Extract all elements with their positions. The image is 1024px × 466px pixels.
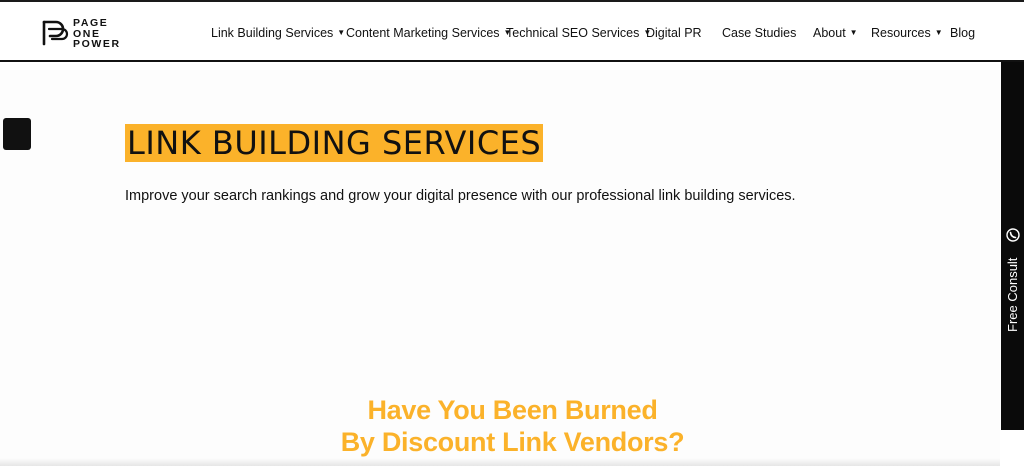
section-heading-line-1: Have You Been Burned bbox=[367, 395, 658, 425]
main-navigation: Link Building Services ▼ Content Marketin… bbox=[0, 26, 1024, 46]
hero-title: LINK BUILDING SERVICES bbox=[125, 124, 544, 162]
bottom-fade bbox=[0, 458, 1000, 466]
nav-item-label: Digital PR bbox=[646, 26, 702, 40]
site-header: PAGE ONE POWER Link Building Services ▼ C… bbox=[0, 2, 1024, 62]
section-heading: Have You Been Burned By Discount Link Ve… bbox=[250, 394, 775, 458]
accessibility-toggle-tab[interactable] bbox=[3, 118, 31, 150]
nav-item-content-marketing-services[interactable]: Content Marketing Services ▼ bbox=[346, 26, 511, 46]
nav-item-label: Blog bbox=[950, 26, 976, 40]
free-consult-label: Free Consult bbox=[1005, 257, 1020, 332]
nav-item-technical-seo-services[interactable]: Technical SEO Services ▼ bbox=[506, 26, 651, 46]
nav-item-label: Link Building Services bbox=[211, 26, 334, 40]
nav-item-label: Resources bbox=[871, 26, 931, 40]
nav-item-label: Technical SEO Services bbox=[506, 26, 640, 40]
nav-item-case-studies[interactable]: Case Studies bbox=[722, 26, 796, 46]
nav-item-blog[interactable]: Blog bbox=[950, 26, 975, 46]
hero-subtitle: Improve your search rankings and grow yo… bbox=[125, 188, 796, 204]
nav-item-label: About bbox=[813, 26, 846, 40]
caret-down-icon: ▼ bbox=[849, 28, 858, 37]
nav-item-digital-pr[interactable]: Digital PR bbox=[646, 26, 702, 46]
nav-item-resources[interactable]: Resources ▼ bbox=[871, 26, 943, 46]
caret-down-icon: ▼ bbox=[934, 28, 943, 37]
caret-down-icon: ▼ bbox=[337, 28, 346, 37]
section-heading-line-2: By Discount Link Vendors? bbox=[340, 427, 685, 457]
nav-item-label: Case Studies bbox=[722, 26, 797, 40]
nav-item-link-building-services[interactable]: Link Building Services ▼ bbox=[211, 26, 345, 46]
phone-icon bbox=[1006, 228, 1020, 242]
nav-item-label: Content Marketing Services bbox=[346, 26, 500, 40]
free-consult-tab[interactable]: Free Consult bbox=[1001, 62, 1024, 430]
nav-item-about[interactable]: About ▼ bbox=[813, 26, 858, 46]
